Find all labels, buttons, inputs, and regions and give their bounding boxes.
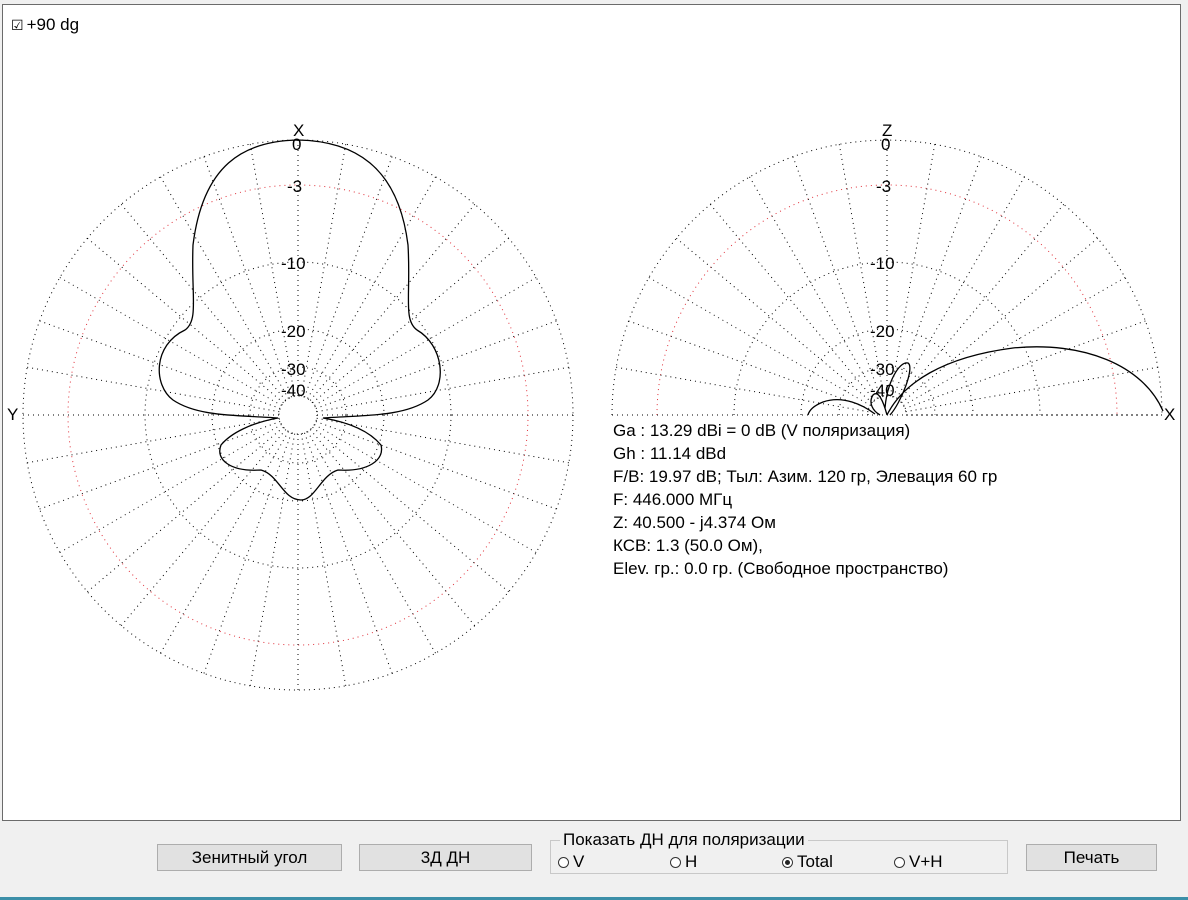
azimuth-grid-radial-30 — [314, 277, 537, 406]
radio-polarization-total[interactable]: Total — [782, 852, 833, 872]
azimuth-grid-radial-320 — [312, 426, 509, 593]
azimuth-ring-label-30: -30 — [281, 360, 306, 379]
info-impedance: Z: 40.500 - j4.374 Ом — [613, 513, 776, 532]
azimuth-grid-radial-340 — [315, 421, 557, 510]
elevation-ring-label-40: -40 — [870, 381, 895, 400]
print-button[interactable]: Печать — [1026, 844, 1157, 871]
elevation-grid-radial-150 — [648, 277, 871, 406]
elevation-ring-label-30: -30 — [870, 360, 895, 379]
plus90-checkbox[interactable]: ☑ +90 dg — [11, 15, 79, 35]
elevation-grid-radial-10 — [905, 366, 1158, 413]
elevation-grid-radial-140 — [676, 237, 873, 404]
azimuth-grid-radial-280 — [300, 433, 347, 686]
elevation-grid-radial-50 — [898, 204, 1065, 401]
radio-icon[interactable] — [670, 856, 681, 868]
elevation-grid-radial-110 — [792, 156, 881, 398]
azimuth-grid-radial-310 — [309, 429, 476, 626]
radio-label-v: V — [573, 852, 585, 871]
elevation-ring-label-3: -3 — [876, 177, 891, 196]
radio-label-vh: V+H — [909, 852, 943, 871]
antenna-info-panel: Ga : 13.29 dBi = 0 dB (V поляризация) Gh… — [613, 419, 997, 580]
radio-icon[interactable] — [558, 856, 569, 868]
azimuth-grid-ring-5 — [278, 395, 318, 435]
azimuth-ring-label-0: 0 — [292, 135, 301, 154]
info-elevation: Elev. гр.: 0.0 гр. (Свободное пространст… — [613, 559, 949, 578]
azimuth-grid-radial-290 — [304, 432, 393, 674]
radio-icon[interactable] — [894, 856, 905, 868]
elevation-grid-radial-30 — [903, 277, 1126, 406]
elevation-grid-radial-160 — [628, 320, 870, 409]
azimuth-grid-radial-170 — [27, 366, 280, 413]
info-front-back: F/B: 19.97 dB; Тыл: Азим. 120 гр, Элевац… — [613, 467, 998, 486]
azimuth-grid-radial-70 — [304, 156, 393, 398]
azimuth-grid-ring-0 — [22, 139, 574, 691]
elevation-grid-radial-60 — [896, 176, 1025, 399]
elevation-ring-label-20: -20 — [870, 322, 895, 341]
plus90-checkbox-label: +90 dg — [26, 15, 80, 34]
info-frequency: F: 446.000 МГц — [613, 490, 733, 509]
elevation-grid-radial-80 — [889, 144, 936, 397]
elevation-axis-x-label: X — [1164, 405, 1175, 424]
radio-selected-icon[interactable] — [782, 856, 793, 868]
azimuth-grid-radial-20 — [315, 320, 557, 409]
azimuth-grid-radial-110 — [203, 156, 292, 398]
elevation-grid-radial-70 — [893, 156, 982, 398]
azimuth-grid-radial-230 — [120, 429, 287, 626]
azimuth-grid-radial-240 — [160, 431, 289, 654]
elevation-pattern-curve — [807, 346, 1164, 416]
info-gain-dbi: Ga : 13.29 dBi = 0 dB (V поляризация) — [613, 421, 911, 440]
azimuth-grid-radial-250 — [203, 432, 292, 674]
azimuth-axis-y-label: Y — [7, 405, 18, 424]
azimuth-grid-radial-140 — [87, 237, 284, 404]
azimuth-plot-labels: X Y 0 -3 -10 -20 -30 -40 — [7, 121, 306, 424]
elevation-plot-labels: Z X 0 -3 -10 -20 -30 -40 — [870, 121, 1175, 424]
elevation-ring-label-0: 0 — [881, 135, 890, 154]
elevation-grid-radial-130 — [709, 204, 876, 401]
elevation-grid-radial-40 — [901, 237, 1098, 404]
azimuth-grid-radial-210 — [59, 424, 282, 553]
polarization-groupbox-title: Показать ДН для поляризации — [560, 830, 808, 850]
plot-area: X Y 0 -3 -10 -20 -30 -40 Z X 0 -3 -10 -2… — [2, 4, 1181, 821]
azimuth-ring-label-20: -20 — [281, 322, 306, 341]
elevation-grid-radial-20 — [904, 320, 1146, 409]
azimuth-grid-radial-130 — [120, 204, 287, 401]
azimuth-grid-radial-190 — [27, 417, 280, 464]
azimuth-plot-grid — [22, 139, 574, 691]
azimuth-ring-label-40: -40 — [281, 381, 306, 400]
azimuth-grid-radial-10 — [316, 366, 569, 413]
elevation-grid-radial-120 — [749, 176, 878, 399]
elevation-grid-radial-170 — [616, 366, 869, 413]
radio-polarization-v[interactable]: V — [558, 852, 584, 872]
azimuth-grid-radial-200 — [39, 421, 281, 510]
radio-label-h: H — [685, 852, 698, 871]
azimuth-grid-radial-260 — [249, 433, 296, 686]
azimuth-ring-label-3: -3 — [287, 177, 302, 196]
azimuth-grid-radial-60 — [307, 176, 436, 399]
radio-polarization-vh[interactable]: V+H — [894, 852, 943, 872]
azimuth-grid-radial-50 — [309, 204, 476, 401]
azimuth-grid-radial-150 — [59, 277, 282, 406]
info-gain-dbd: Gh : 11.14 dBd — [613, 444, 727, 463]
azimuth-grid-radial-220 — [87, 426, 284, 593]
azimuth-grid-ring-3 — [211, 328, 385, 502]
azimuth-grid-radial-120 — [160, 176, 289, 399]
3d-pattern-button[interactable]: 3Д ДН — [359, 844, 532, 871]
azimuth-ring-label-10: -10 — [281, 254, 306, 273]
azimuth-grid-radial-80 — [300, 144, 347, 397]
azimuth-grid-radial-330 — [314, 424, 537, 553]
azimuth-grid-ring-2 — [144, 261, 452, 569]
zenith-angle-button[interactable]: Зенитный угол — [157, 844, 342, 871]
elevation-ring-label-10: -10 — [870, 254, 895, 273]
radio-label-total: Total — [797, 852, 833, 871]
info-swr: КСВ: 1.3 (50.0 Ом), — [613, 536, 763, 555]
checkbox-icon[interactable]: ☑ — [11, 17, 24, 34]
azimuth-grid-radial-350 — [316, 417, 569, 464]
radio-polarization-h[interactable]: H — [670, 852, 697, 872]
